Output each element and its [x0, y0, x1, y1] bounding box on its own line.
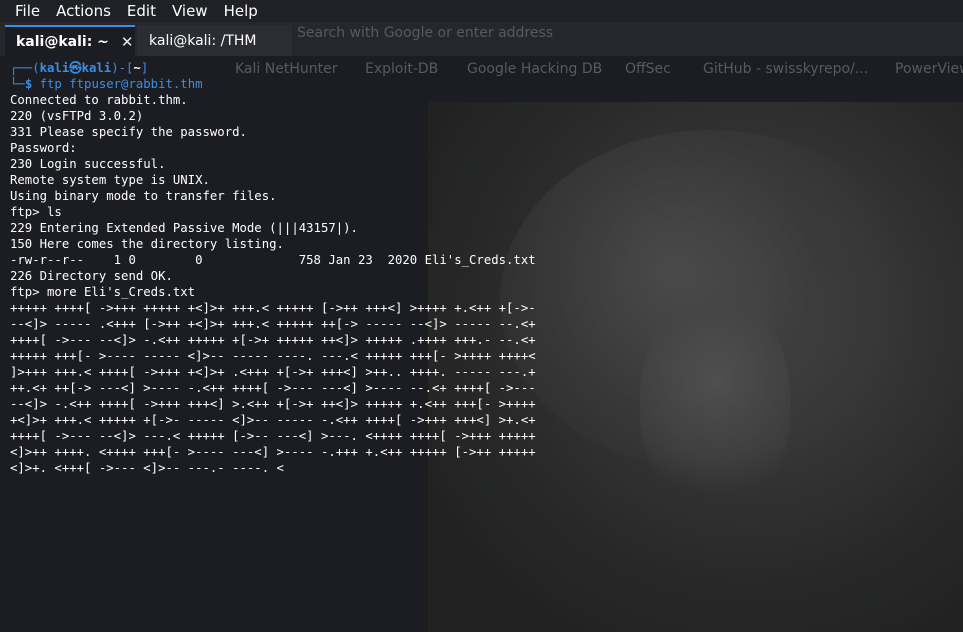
output-line: Remote system type is UNIX.: [10, 173, 210, 187]
output-line: ftp> ls: [10, 205, 62, 219]
output-line: Connected to rabbit.thm.: [10, 93, 188, 107]
prompt-user: kali: [39, 61, 70, 75]
output-line: <]>+. <+++[ ->--- <]>-- ---.- ----. <: [10, 461, 284, 475]
tab-label: kali@kali: ~: [16, 33, 109, 50]
output-line: 220 (vsFTPd 3.0.2): [10, 109, 144, 123]
output-line: ++++[ ->--- --<]> -.<++ +++++ +[->+ ++++…: [10, 333, 536, 347]
output-line: +++++ +++[- >---- ----- <]>-- ----- ----…: [10, 349, 536, 363]
menu-help[interactable]: Help: [216, 0, 266, 22]
close-icon[interactable]: ✕: [121, 33, 134, 51]
prompt-corner: └─: [10, 77, 25, 91]
tab-home[interactable]: kali@kali: ~ ✕: [5, 25, 135, 56]
output-line: ++.<+ ++[-> ---<] >---- -.<++ ++++[ ->--…: [10, 381, 536, 395]
prompt-bracket: )-[: [111, 61, 134, 75]
output-line: -rw-r--r-- 1 0 0 758 Jan 23 2020 Eli's_C…: [10, 253, 536, 267]
output-line: --<]> -.<++ ++++[ ->+++ +++<] >.<++ +[->…: [10, 397, 536, 411]
prompt-line: ┌──(kali㉿kali)-[~]: [10, 60, 536, 76]
menu-file[interactable]: File: [0, 0, 48, 22]
output-line: <]>++ ++++. <++++ +++[- >---- ---<] >---…: [10, 445, 536, 459]
prompt-host: kali: [81, 61, 112, 75]
tab-bar: kali@kali: ~ ✕ kali@kali: /THM Search wi…: [0, 22, 963, 56]
menu-actions[interactable]: Actions: [48, 0, 119, 22]
output-line: --<]> ----- .<+++ [->++ +<]>+ +++.< ++++…: [10, 317, 536, 331]
output-line: 229 Entering Extended Passive Mode (|||4…: [10, 221, 358, 235]
output-line: 230 Login successful.: [10, 157, 166, 171]
menu-bar: File Actions Edit View Help: [0, 0, 963, 22]
menu-view[interactable]: View: [164, 0, 216, 22]
output-line: Password:: [10, 141, 77, 155]
output-line: Using binary mode to transfer files.: [10, 189, 277, 203]
ghost-address-bar: Search with Google or enter address: [297, 25, 554, 41]
prompt-bracket: ]: [140, 61, 149, 75]
ghost-bookmark: PowerView: [895, 61, 963, 77]
output-line: ++++[ ->--- --<]> ---.< +++++ [->-- ---<…: [10, 429, 536, 443]
output-line: +<]>+ +++.< +++++ +[->- ----- <]>-- ----…: [10, 413, 536, 427]
output-line: 226 Directory send OK.: [10, 269, 173, 283]
output-line: 150 Here comes the directory listing.: [10, 237, 284, 251]
command-line: └─$ ftp ftpuser@rabbit.thm: [10, 76, 536, 92]
prompt-corner: ┌──(: [10, 61, 40, 75]
output-line: +++++ ++++[ ->+++ +++++ +<]>+ +++.< ++++…: [10, 301, 536, 315]
prompt-dir: ~: [133, 61, 141, 75]
prompt-at: ㉿: [69, 61, 82, 75]
wallpaper-shape: [640, 300, 790, 510]
output-line: ]>+++ +++.< ++++[ ->+++ +<]>+ .<+++ +[->…: [10, 365, 536, 379]
prompt-dollar: $: [24, 77, 33, 91]
ghost-bookmark: GitHub - swisskyrepo/...: [703, 61, 869, 77]
tab-label: kali@kali: /THM: [149, 32, 257, 49]
menu-edit[interactable]: Edit: [119, 0, 164, 22]
output-line: ftp> more Eli's_Creds.txt: [10, 285, 196, 299]
tab-thm[interactable]: kali@kali: /THM: [137, 25, 292, 56]
ghost-bookmark: OffSec: [625, 61, 671, 77]
output-line: 331 Please specify the password.: [10, 125, 247, 139]
terminal-output[interactable]: ┌──(kali㉿kali)-[~] └─$ ftp ftpuser@rabbi…: [10, 60, 536, 476]
command-text: ftp ftpuser@rabbit.thm: [39, 77, 203, 91]
